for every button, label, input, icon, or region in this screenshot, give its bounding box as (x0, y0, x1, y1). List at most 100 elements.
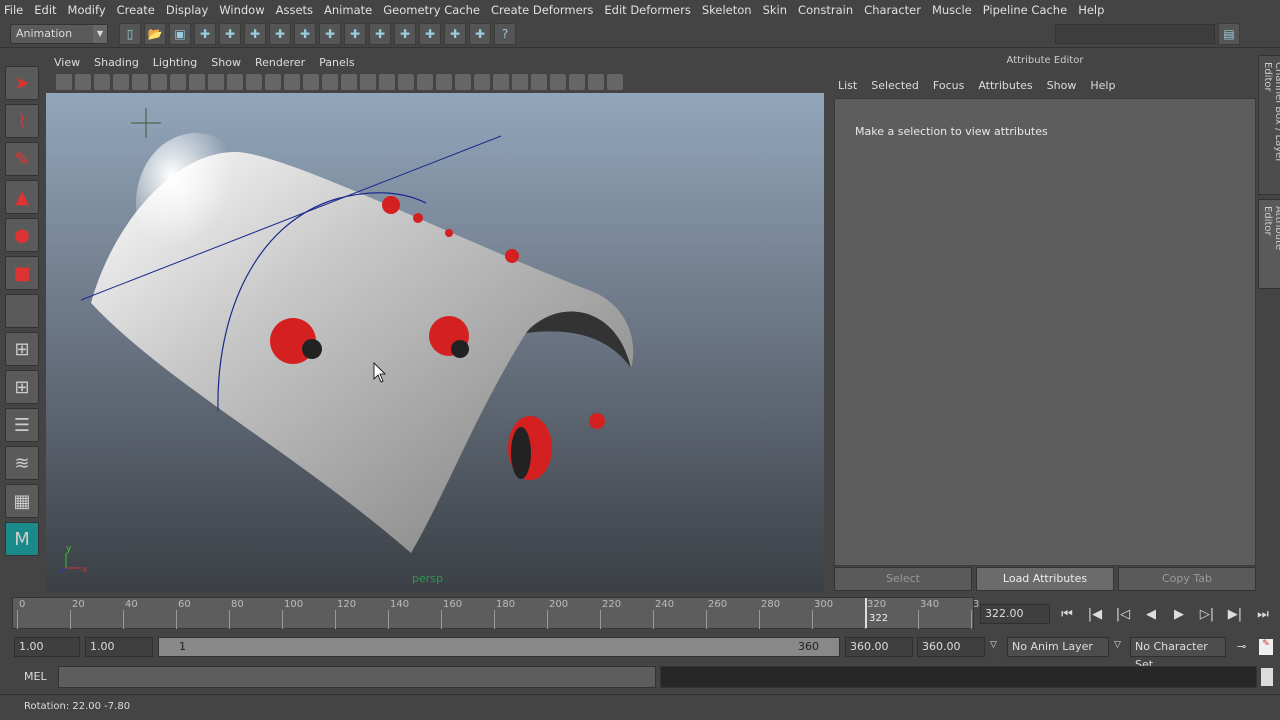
history-icon[interactable]: ✚ (394, 22, 416, 45)
menu-pipeline-cache[interactable]: Pipeline Cache (983, 3, 1067, 17)
character-set-dropdown[interactable]: No Character Set (1130, 637, 1226, 671)
end-time-field[interactable]: 360.00 (917, 637, 985, 657)
panel-tool-icon[interactable] (227, 73, 243, 90)
key-icon[interactable]: ⊸ (1237, 640, 1246, 653)
anim-layer-dropdown[interactable]: No Anim Layer (1007, 637, 1109, 657)
quick-input-field[interactable] (1055, 23, 1215, 44)
command-language-label[interactable]: MEL (24, 670, 47, 683)
preferences-icon[interactable]: ✎ (1259, 639, 1273, 655)
panel-menu-renderer[interactable]: Renderer (255, 56, 305, 69)
menu-help[interactable]: Help (1078, 3, 1104, 17)
panel-menu-view[interactable]: View (54, 56, 80, 69)
select-hierarchy-icon[interactable]: ✚ (194, 22, 216, 45)
tab-attribute-editor[interactable]: Attribute Editor (1258, 199, 1280, 289)
panel-tool-icon[interactable] (189, 73, 205, 90)
menu-display[interactable]: Display (166, 3, 208, 17)
load-attributes-button[interactable]: Load Attributes (976, 567, 1114, 591)
panel-tool-icon[interactable] (151, 73, 167, 90)
menu-animate[interactable]: Animate (324, 3, 372, 17)
snap-curve-icon[interactable]: ✚ (294, 22, 316, 45)
menu-create[interactable]: Create (117, 3, 155, 17)
select-button[interactable]: Select (834, 567, 972, 591)
scale-tool-icon[interactable]: ■ (5, 256, 39, 290)
select-tool-icon[interactable]: ➤ (5, 66, 39, 100)
panel-menu-lighting[interactable]: Lighting (153, 56, 197, 69)
outliner-layout-icon[interactable]: ☰ (5, 408, 39, 442)
menu-constrain[interactable]: Constrain (798, 3, 853, 17)
sidebar-toggle-icon[interactable]: ▤ (1218, 22, 1240, 45)
graph-editor-layout-icon[interactable]: ≋ (5, 446, 39, 480)
panel-tool-icon[interactable] (322, 73, 338, 90)
panel-tool-icon[interactable] (341, 73, 357, 90)
panel-tool-icon[interactable] (398, 73, 414, 90)
step-back-frame-icon[interactable]: |◁ (1112, 604, 1134, 626)
panel-menu-shading[interactable]: Shading (94, 56, 139, 69)
panel-tool-icon[interactable] (246, 73, 262, 90)
ae-menu-help[interactable]: Help (1090, 79, 1115, 92)
perspective-viewport[interactable]: y x persp (46, 93, 824, 593)
panel-menu-panels[interactable]: Panels (319, 56, 354, 69)
play-forwards-icon[interactable]: ▶ (1168, 604, 1190, 626)
panel-tool-icon[interactable] (474, 73, 490, 90)
current-frame-marker[interactable] (865, 598, 867, 628)
menu-skin[interactable]: Skin (763, 3, 787, 17)
panel-menu-show[interactable]: Show (211, 56, 241, 69)
open-scene-icon[interactable]: 📂 (144, 22, 166, 45)
panel-tool-icon[interactable] (75, 73, 91, 90)
step-forward-frame-icon[interactable]: ▷| (1196, 604, 1218, 626)
go-to-end-icon[interactable]: ⏭ (1252, 604, 1274, 626)
ae-menu-list[interactable]: List (838, 79, 857, 92)
menu-geometry-cache[interactable]: Geometry Cache (383, 3, 480, 17)
command-input[interactable] (58, 666, 656, 688)
menu-file[interactable]: File (4, 3, 23, 17)
ae-menu-attributes[interactable]: Attributes (978, 79, 1032, 92)
panel-tool-icon[interactable] (455, 73, 471, 90)
menu-edit[interactable]: Edit (34, 3, 56, 17)
render-settings-icon[interactable]: ✚ (469, 22, 491, 45)
panel-tool-icon[interactable] (284, 73, 300, 90)
ipr-icon[interactable]: ✚ (444, 22, 466, 45)
play-backwards-icon[interactable]: ◀ (1140, 604, 1162, 626)
menu-create-deformers[interactable]: Create Deformers (491, 3, 593, 17)
menu-assets[interactable]: Assets (276, 3, 313, 17)
panel-tool-icon[interactable] (531, 73, 547, 90)
ae-menu-show[interactable]: Show (1047, 79, 1077, 92)
playback-end-field[interactable]: 360.00 (845, 637, 913, 657)
panel-tool-icon[interactable] (569, 73, 585, 90)
four-view-layout-icon[interactable]: ⊞ (5, 370, 39, 404)
snap-point-icon[interactable]: ✚ (319, 22, 341, 45)
chevron-down-icon[interactable]: ▽ (1114, 640, 1121, 650)
select-object-icon[interactable]: ✚ (219, 22, 241, 45)
panel-tool-icon[interactable] (208, 73, 224, 90)
panel-tool-icon[interactable] (94, 73, 110, 90)
panel-tool-icon[interactable] (170, 73, 186, 90)
playback-start-field[interactable]: 1.00 (85, 637, 153, 657)
start-time-field[interactable]: 1.00 (14, 637, 80, 657)
panel-tool-icon[interactable] (607, 73, 623, 90)
help-icon[interactable]: ? (494, 22, 516, 45)
menu-modify[interactable]: Modify (68, 3, 106, 17)
panel-tool-icon[interactable] (436, 73, 452, 90)
paint-select-tool-icon[interactable]: ✎ (5, 142, 39, 176)
menu-window[interactable]: Window (219, 3, 264, 17)
tab-channel-box[interactable]: Channel Box / Layer Editor (1258, 55, 1280, 195)
panel-tool-icon[interactable] (588, 73, 604, 90)
panel-tool-icon[interactable] (265, 73, 281, 90)
panel-tool-icon[interactable] (303, 73, 319, 90)
last-tool-icon[interactable] (5, 294, 39, 328)
panel-tool-icon[interactable] (550, 73, 566, 90)
snap-grid-icon[interactable]: ✚ (269, 22, 291, 45)
make-live-icon[interactable]: ✚ (369, 22, 391, 45)
menu-character[interactable]: Character (864, 3, 921, 17)
lasso-tool-icon[interactable]: ⌇ (5, 104, 39, 138)
panel-tool-icon[interactable] (56, 73, 72, 90)
range-slider[interactable]: 1 360 (158, 637, 840, 657)
ae-menu-selected[interactable]: Selected (871, 79, 919, 92)
select-component-icon[interactable]: ✚ (244, 22, 266, 45)
single-perspective-layout-icon[interactable]: ⊞ (5, 332, 39, 366)
render-icon[interactable]: ✚ (419, 22, 441, 45)
chevron-down-icon[interactable]: ▽ (990, 640, 997, 650)
step-forward-key-icon[interactable]: ▶| (1224, 604, 1246, 626)
panel-tool-icon[interactable] (379, 73, 395, 90)
panel-tool-icon[interactable] (113, 73, 129, 90)
